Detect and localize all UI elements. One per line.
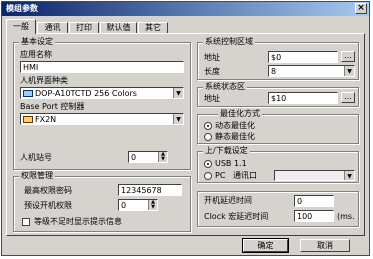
permission-group: 权限管理 最高权限密码 12345678 预设开机权限 0 ▲ ▼ 等级不足时显示… xyxy=(13,171,191,232)
updown-group: 上/下载设定 USB 1.1 PC 通讯口 ▼ xyxy=(197,146,359,183)
spin-arrows-icon[interactable]: ▲ ▼ xyxy=(158,152,167,162)
chevron-down-icon[interactable]: ▼ xyxy=(344,171,354,180)
station-stepper[interactable]: 0 ▲ ▼ xyxy=(128,151,168,163)
boot-delay-label: 开机延迟时间 xyxy=(204,196,252,205)
chevron-down-icon[interactable]: ▼ xyxy=(173,114,183,124)
basic-settings-title: 基本设定 xyxy=(19,37,55,47)
delay-group: 开机延迟时间 0 Clock 宏延迟时间 100 (ms. xyxy=(197,191,359,227)
control-length-value: 8 xyxy=(271,67,277,76)
status-address-label: 地址 xyxy=(204,94,220,103)
show-hint-checkbox[interactable] xyxy=(22,218,30,226)
com-port-label: 通讯口 xyxy=(233,171,257,180)
control-address-browse-button[interactable]: ... xyxy=(341,51,355,62)
usb-label: USB 1.1 xyxy=(215,159,247,168)
show-hint-label: 等级不足时显示提示信息 xyxy=(34,217,122,226)
top-password-label: 最高权限密码 xyxy=(24,186,72,195)
system-status-title: 系统状态区 xyxy=(203,82,247,92)
system-control-group: 系统控制区域 地址 $0 ... 长度 8 ▼ xyxy=(197,37,359,80)
window-title: 模组参数 xyxy=(6,4,38,13)
base-port-label: Base Port 控制器 xyxy=(20,102,85,111)
pc-label: PC xyxy=(215,171,226,180)
pc-radio[interactable] xyxy=(204,172,212,180)
clock-delay-input[interactable]: 100 xyxy=(294,210,334,222)
control-address-label: 地址 xyxy=(204,53,220,62)
monitor-icon xyxy=(23,90,33,97)
close-icon[interactable]: × xyxy=(355,3,367,14)
default-level-label: 预设开机权限 xyxy=(24,201,72,210)
hmi-type-value: DOP-A10TCTD 256 Colors xyxy=(35,89,137,98)
default-level-value: 0 xyxy=(121,201,127,210)
com-port-select[interactable]: ▼ xyxy=(274,170,355,181)
dynamic-optimize-radio[interactable] xyxy=(204,122,212,130)
clock-delay-unit: (ms. xyxy=(337,212,355,221)
top-password-input[interactable]: 12345678 xyxy=(118,184,182,196)
chevron-down-icon[interactable]: ▼ xyxy=(344,66,354,76)
control-address-input[interactable]: $0 xyxy=(268,51,338,63)
ok-button[interactable]: 确定 xyxy=(242,238,289,253)
station-value: 0 xyxy=(131,153,137,162)
system-status-group: 系统状态区 地址 $10 ... xyxy=(197,82,359,107)
system-control-title: 系统控制区域 xyxy=(203,37,255,47)
optimization-title: 最佳化方式 xyxy=(218,109,262,119)
status-address-input[interactable]: $10 xyxy=(268,92,338,104)
static-optimize-radio[interactable] xyxy=(204,133,212,141)
permission-title: 权限管理 xyxy=(19,171,55,181)
basic-settings-group: 基本设定 应用名称 HMI 人机界面种类 DOP-A10TCTD 256 Col… xyxy=(13,37,191,170)
station-label: 人机站号 xyxy=(20,153,52,162)
cancel-button[interactable]: 取消 xyxy=(300,239,350,252)
tab-communication[interactable]: 通讯 xyxy=(37,22,68,33)
app-name-input[interactable]: HMI xyxy=(20,61,184,73)
control-length-label: 长度 xyxy=(204,67,220,76)
plc-icon xyxy=(23,116,33,123)
status-address-browse-button[interactable]: ... xyxy=(341,92,355,103)
controller-select[interactable]: FX2N ▼ xyxy=(20,113,184,125)
dynamic-optimize-label: 动态最佳化 xyxy=(215,121,255,130)
title-bar: 模组参数 × xyxy=(2,2,369,16)
tab-general[interactable]: 一般 xyxy=(6,19,36,34)
static-optimize-label: 静态最佳化 xyxy=(215,132,255,141)
tab-other[interactable]: 其它 xyxy=(138,22,168,33)
controller-value: FX2N xyxy=(35,115,57,124)
app-name-label: 应用名称 xyxy=(20,50,52,59)
control-length-select[interactable]: 8 ▼ xyxy=(268,65,355,77)
tab-panel-general: 基本设定 应用名称 HMI 人机界面种类 DOP-A10TCTD 256 Col… xyxy=(6,33,365,236)
tab-defaults[interactable]: 默认值 xyxy=(100,22,137,33)
optimization-group: 最佳化方式 动态最佳化 静态最佳化 xyxy=(197,109,359,144)
boot-delay-input[interactable]: 0 xyxy=(294,195,334,207)
hmi-type-label: 人机界面种类 xyxy=(20,76,68,85)
clock-delay-label: Clock 宏延迟时间 xyxy=(204,212,269,221)
dialog-window: 模组参数 × 一般 通讯 打印 默认值 其它 基本设定 应用名称 HMI 人机界… xyxy=(1,1,370,256)
usb-radio[interactable] xyxy=(204,160,212,168)
spin-arrows-icon[interactable]: ▲ ▼ xyxy=(148,200,157,210)
hmi-type-select[interactable]: DOP-A10TCTD 256 Colors ▼ xyxy=(20,87,184,99)
updown-title: 上/下载设定 xyxy=(203,146,250,156)
tab-print[interactable]: 打印 xyxy=(69,22,99,33)
default-level-stepper[interactable]: 0 ▲ ▼ xyxy=(118,199,158,211)
chevron-down-icon[interactable]: ▼ xyxy=(173,88,183,98)
